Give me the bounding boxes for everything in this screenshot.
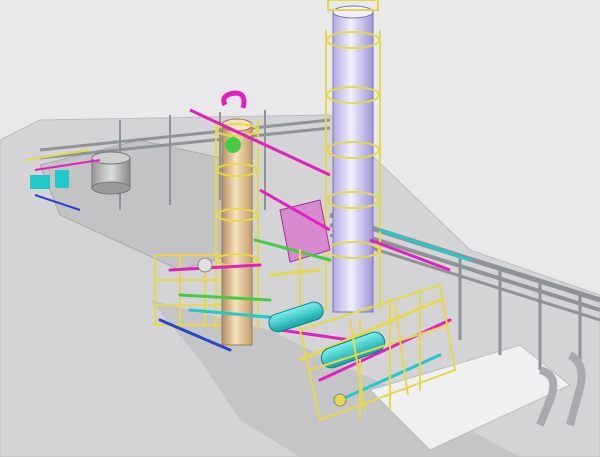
storage-tank [91,151,131,195]
distillation-column-lavender [325,0,381,313]
plant-3d-model-view [0,0,600,457]
